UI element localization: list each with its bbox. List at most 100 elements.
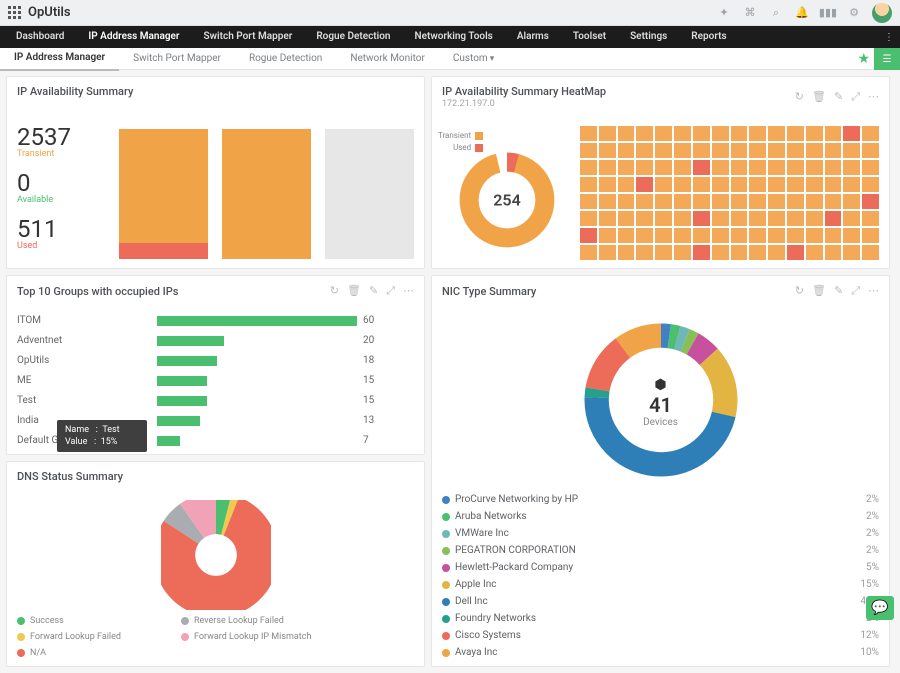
heatmap-cell[interactable] <box>599 143 616 158</box>
heatmap-cell[interactable] <box>806 126 823 141</box>
heatmap-cell[interactable] <box>636 194 653 209</box>
heatmap-cell[interactable] <box>768 177 785 192</box>
filter-menu-button[interactable]: ☰ <box>874 48 900 70</box>
heatmap-cell[interactable] <box>806 245 823 260</box>
heatmap-cell[interactable] <box>599 211 616 226</box>
heatmap-cell[interactable] <box>787 177 804 192</box>
apps-icon[interactable] <box>8 6 22 20</box>
heatmap-cell[interactable] <box>768 160 785 175</box>
heatmap-cell[interactable] <box>768 211 785 226</box>
mainnav-item[interactable]: Reports <box>679 26 738 48</box>
heatmap-cell[interactable] <box>693 143 710 158</box>
more-icon[interactable]: ⋮ <box>880 26 898 48</box>
heatmap-cell[interactable] <box>787 126 804 141</box>
heatmap-cell[interactable] <box>749 228 766 243</box>
heatmap-cell[interactable] <box>749 245 766 260</box>
heatmap-cell[interactable] <box>806 228 823 243</box>
heatmap-cell[interactable] <box>843 177 860 192</box>
heatmap-cell[interactable] <box>843 126 860 141</box>
group-row[interactable]: Test15 <box>17 395 414 406</box>
heatmap-cell[interactable] <box>693 160 710 175</box>
heatmap-cell[interactable] <box>674 143 691 158</box>
heatmap-cell[interactable] <box>599 228 616 243</box>
heatmap-cell[interactable] <box>787 211 804 226</box>
heatmap-cell[interactable] <box>580 245 597 260</box>
search-icon[interactable]: ⌕ <box>768 5 784 21</box>
heatmap-cell[interactable] <box>580 143 597 158</box>
heatmap-cell[interactable] <box>825 228 842 243</box>
heatmap-cell[interactable] <box>693 211 710 226</box>
subnav-item[interactable]: Switch Port Mapper <box>119 48 235 70</box>
heatmap-cell[interactable] <box>618 228 635 243</box>
heatmap-cell[interactable] <box>768 194 785 209</box>
heatmap-cell[interactable] <box>580 211 597 226</box>
heatmap-cell[interactable] <box>712 126 729 141</box>
avatar[interactable] <box>872 3 892 23</box>
heatmap-cell[interactable] <box>862 245 879 260</box>
heatmap-cell[interactable] <box>580 160 597 175</box>
heatmap-cell[interactable] <box>749 211 766 226</box>
heatmap-cell[interactable] <box>825 245 842 260</box>
heatmap-cell[interactable] <box>749 126 766 141</box>
star-icon[interactable]: ★ <box>857 51 870 67</box>
heatmap-cell[interactable] <box>599 194 616 209</box>
bell-icon[interactable]: 🔔 <box>794 5 810 21</box>
heatmap-cell[interactable] <box>618 211 635 226</box>
heatmap-cell[interactable] <box>712 245 729 260</box>
heatmap-cell[interactable] <box>636 126 653 141</box>
heatmap-cell[interactable] <box>843 245 860 260</box>
heatmap-cell[interactable] <box>862 177 879 192</box>
delete-icon[interactable]: 🗑 <box>812 90 826 104</box>
heatmap-cell[interactable] <box>768 126 785 141</box>
refresh-icon[interactable]: ↻ <box>795 90 804 104</box>
heatmap-cell[interactable] <box>636 228 653 243</box>
heatmap-cell[interactable] <box>825 160 842 175</box>
heatmap-cell[interactable] <box>655 177 672 192</box>
heatmap-cell[interactable] <box>674 160 691 175</box>
heatmap-cell[interactable] <box>599 177 616 192</box>
heatmap-cell[interactable] <box>825 143 842 158</box>
heatmap-cell[interactable] <box>731 126 748 141</box>
heatmap-cell[interactable] <box>862 228 879 243</box>
heatmap-cell[interactable] <box>655 245 672 260</box>
more-icon[interactable]: ⋯ <box>868 90 879 104</box>
heatmap-cell[interactable] <box>674 211 691 226</box>
expand-icon[interactable]: ⤢ <box>851 90 860 104</box>
heatmap-cell[interactable] <box>655 126 672 141</box>
heatmap-cell[interactable] <box>843 160 860 175</box>
heatmap-cell[interactable] <box>618 160 635 175</box>
more-icon[interactable]: ⋯ <box>403 284 414 298</box>
heatmap-cell[interactable] <box>825 126 842 141</box>
mainnav-item[interactable]: Toolset <box>561 26 618 48</box>
heatmap-cell[interactable] <box>599 160 616 175</box>
heatmap-cell[interactable] <box>843 228 860 243</box>
heatmap-cell[interactable] <box>731 160 748 175</box>
heatmap-cell[interactable] <box>693 177 710 192</box>
heatmap-cell[interactable] <box>787 160 804 175</box>
heatmap-cell[interactable] <box>731 143 748 158</box>
heatmap-cell[interactable] <box>693 194 710 209</box>
refresh-icon[interactable]: ↻ <box>795 284 804 298</box>
heatmap-cell[interactable] <box>825 211 842 226</box>
heatmap-cell[interactable] <box>806 177 823 192</box>
heatmap-cell[interactable] <box>655 160 672 175</box>
heatmap-cell[interactable] <box>787 143 804 158</box>
heatmap-cell[interactable] <box>636 160 653 175</box>
heatmap-cell[interactable] <box>618 143 635 158</box>
heatmap-cell[interactable] <box>599 126 616 141</box>
group-row[interactable]: OpUtils18 <box>17 355 414 366</box>
heatmap-cell[interactable] <box>862 211 879 226</box>
group-row[interactable]: ME15 <box>17 375 414 386</box>
heatmap-cell[interactable] <box>731 177 748 192</box>
edit-icon[interactable]: ✎ <box>834 284 843 298</box>
mainnav-item[interactable]: Alarms <box>505 26 561 48</box>
heatmap-cell[interactable] <box>862 126 879 141</box>
heatmap-cell[interactable] <box>806 143 823 158</box>
mainnav-item[interactable]: Dashboard <box>4 26 76 48</box>
heatmap-cell[interactable] <box>674 228 691 243</box>
heatmap-cell[interactable] <box>618 177 635 192</box>
expand-icon[interactable]: ⤢ <box>386 284 395 298</box>
heatmap-cell[interactable] <box>655 143 672 158</box>
heatmap-cell[interactable] <box>843 194 860 209</box>
heatmap-cell[interactable] <box>636 211 653 226</box>
